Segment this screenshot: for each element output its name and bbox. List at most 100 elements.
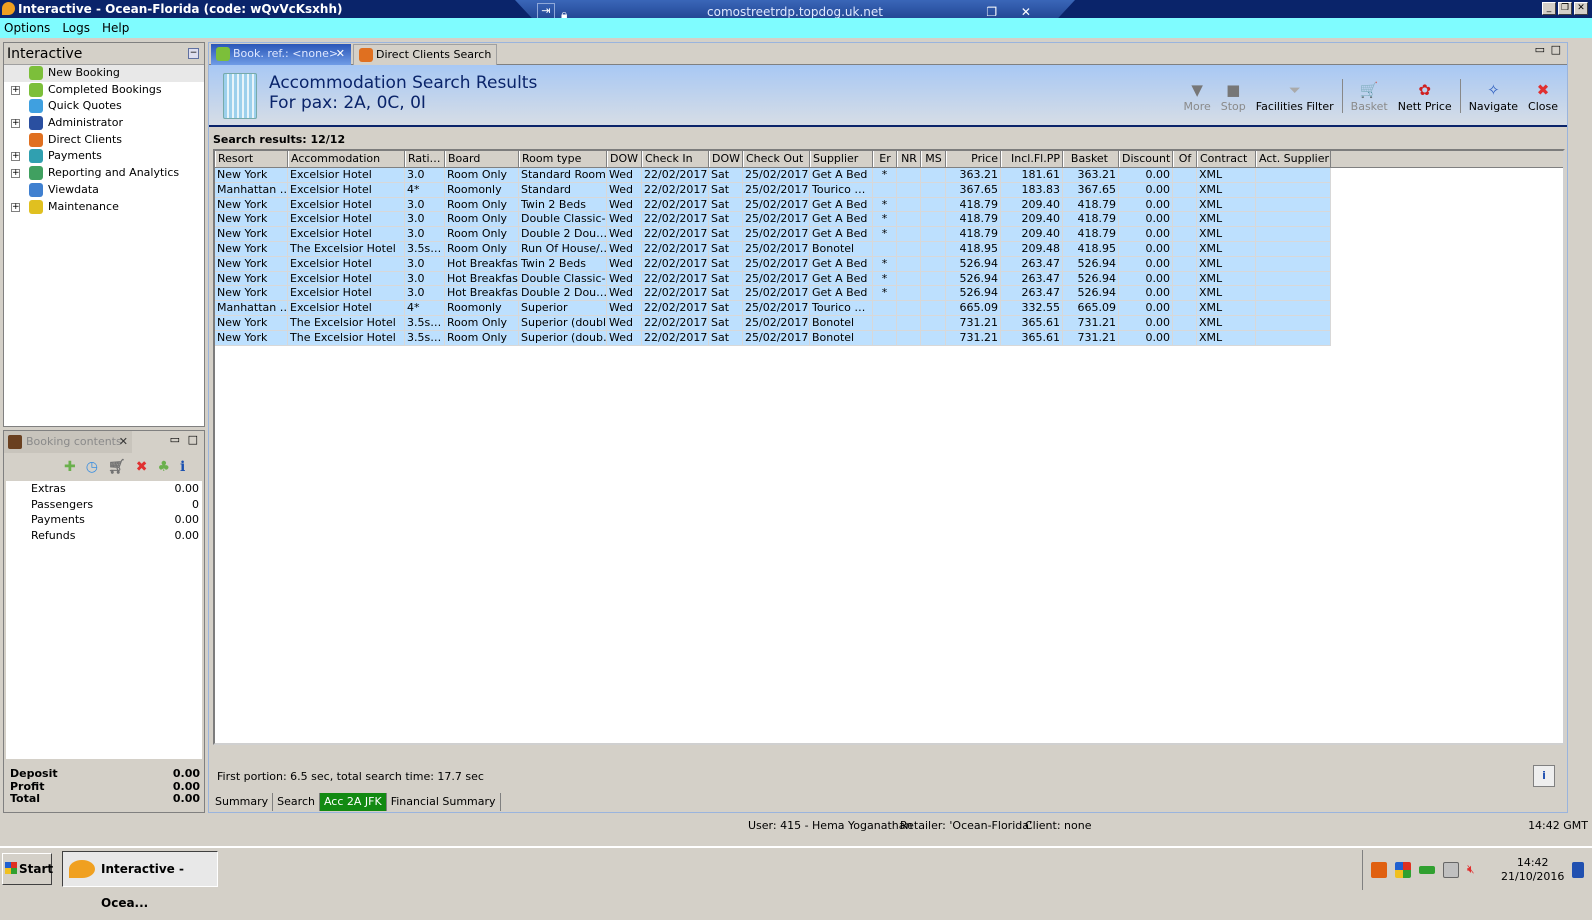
table-row[interactable]: New York Excelsior Hotel 3.0 Hot Breakfast T… xyxy=(215,256,1563,272)
table-row[interactable]: New York Excelsior Hotel 3.0 Room Only Doubl… xyxy=(215,227,1563,242)
column-header-rati[interactable]: Rati… xyxy=(405,151,445,167)
show-desktop-icon[interactable] xyxy=(1572,862,1585,878)
column-header-resort[interactable]: Resort xyxy=(215,151,288,167)
column-header-check-in[interactable]: Check In xyxy=(642,151,709,167)
network-icon[interactable] xyxy=(1443,862,1459,878)
column-header-er[interactable]: Er xyxy=(873,151,897,167)
table-row[interactable]: New York The Excelsior Hotel 3.5s… Room Onl… xyxy=(215,330,1563,346)
sidebar-item-maintenance[interactable]: + Maintenance xyxy=(4,199,204,216)
cell-accommodation: Excelsior Hotel xyxy=(288,212,405,228)
cell-dow: Sat xyxy=(709,168,743,183)
subtab-financial-summary[interactable]: Financial Summary xyxy=(387,793,501,811)
tab-booking-ref[interactable]: Book. ref.: <none> ✕ xyxy=(211,44,351,65)
minimize-panel-button[interactable]: ▭ xyxy=(170,433,180,446)
start-button[interactable]: Start xyxy=(2,853,53,885)
maximize-pane-button[interactable]: □ xyxy=(1551,43,1561,56)
sidebar-item-reporting-and-analytics[interactable]: + Reporting and Analytics xyxy=(4,165,204,182)
delete-icon[interactable]: ✖ xyxy=(136,459,148,475)
table-row[interactable]: New York Excelsior Hotel 3.0 Room Only Doubl… xyxy=(215,212,1563,228)
cell-of xyxy=(1173,227,1197,242)
menu-help[interactable]: Help xyxy=(102,18,129,38)
sidebar-item-direct-clients[interactable]: Direct Clients xyxy=(4,132,204,149)
more-button[interactable]: ▼ More xyxy=(1178,80,1215,113)
close-icon[interactable]: ✕ xyxy=(119,431,128,453)
column-header-nr[interactable]: NR xyxy=(897,151,921,167)
stop-button[interactable]: ■ Stop xyxy=(1216,80,1251,113)
column-header-accommodation[interactable]: Accommodation xyxy=(288,151,405,167)
tab-direct-clients-search[interactable]: Direct Clients Search xyxy=(353,44,497,65)
table-row[interactable]: Manhattan … Excelsior Hotel 4* Roomonly Stan… xyxy=(215,182,1563,198)
basket-button[interactable]: 🛒 Basket xyxy=(1346,80,1393,113)
expand-icon[interactable]: + xyxy=(11,202,20,212)
info-button[interactable]: i xyxy=(1533,765,1555,787)
column-header-ms[interactable]: MS xyxy=(921,151,946,167)
cell-incl-fl-pp: 365.61 xyxy=(1001,330,1063,346)
close-window-button[interactable]: ✕ xyxy=(1574,2,1588,15)
flag-icon[interactable] xyxy=(1395,862,1411,878)
facilities-filter-button[interactable]: ⏷ Facilities Filter xyxy=(1251,80,1339,113)
column-header-board[interactable]: Board xyxy=(445,151,519,167)
table-row[interactable]: New York Excelsior Hotel 3.0 Hot Breakfast D… xyxy=(215,286,1563,302)
cell-rati: 3.5s… xyxy=(405,330,445,346)
menu-options[interactable]: Options xyxy=(4,18,50,38)
table-row[interactable]: New York The Excelsior Hotel 3.5s… Room Onl… xyxy=(215,315,1563,331)
expand-icon[interactable]: + xyxy=(11,85,20,95)
subtab-search[interactable]: Search xyxy=(273,793,320,811)
add-icon[interactable]: ✚ xyxy=(64,459,76,475)
pin-icon[interactable]: ⇥ xyxy=(537,3,555,19)
info-icon[interactable]: i xyxy=(180,459,185,475)
subtab-acc-2a-jfk[interactable]: Acc 2A JFK xyxy=(319,793,387,811)
collapse-button[interactable]: − xyxy=(188,48,199,59)
column-header-room-type[interactable]: Room type xyxy=(519,151,607,167)
expand-icon[interactable]: + xyxy=(11,119,20,129)
column-header-check-out[interactable]: Check Out xyxy=(743,151,810,167)
clock-time: 14:42 xyxy=(1516,856,1549,869)
navigate-button[interactable]: ✧ Navigate xyxy=(1464,80,1523,113)
palm-tree-icon[interactable]: ♣ xyxy=(157,459,170,475)
minimize-pane-button[interactable]: ▭ xyxy=(1535,43,1545,56)
column-header-dow[interactable]: DOW xyxy=(607,151,642,167)
sidebar-item-payments[interactable]: + Payments xyxy=(4,148,204,165)
restore-button[interactable]: ❐ xyxy=(1558,2,1572,15)
close-button[interactable]: ✖ Close xyxy=(1523,80,1563,113)
table-row[interactable]: New York The Excelsior Hotel 3.5s… Room Onl… xyxy=(215,241,1563,257)
clock[interactable]: 14:42 21/10/2016 xyxy=(1501,856,1564,884)
network-card-icon[interactable] xyxy=(1419,866,1435,874)
column-header-of[interactable]: Of xyxy=(1173,151,1197,167)
sidebar-item-viewdata[interactable]: Viewdata xyxy=(4,182,204,199)
cell-dow: Sat xyxy=(709,330,743,346)
column-header-act-supplier[interactable]: Act. Supplier xyxy=(1256,151,1331,167)
clock-icon[interactable]: ◷ xyxy=(86,459,98,475)
column-header-supplier[interactable]: Supplier xyxy=(810,151,873,167)
basket-transfer-icon[interactable]: 🛒︎ xyxy=(108,459,126,475)
taskbar-app-interactive[interactable]: Interactive - Ocea... xyxy=(62,851,218,910)
column-header-basket[interactable]: Basket xyxy=(1063,151,1119,167)
table-row[interactable]: New York Excelsior Hotel 3.0 Room Only Stand… xyxy=(215,168,1563,183)
volume-muted-icon[interactable]: 🔇︎ xyxy=(1467,862,1483,878)
column-header-contract[interactable]: Contract xyxy=(1197,151,1256,167)
nett-price-button[interactable]: ✿ Nett Price xyxy=(1393,80,1457,113)
column-header-incl-fl-pp[interactable]: Incl.Fl.PP xyxy=(1001,151,1063,167)
close-tab-icon[interactable]: ✕ xyxy=(336,44,345,64)
expand-icon[interactable]: + xyxy=(11,169,20,179)
expand-icon[interactable]: + xyxy=(11,152,20,162)
sidebar-item-completed-bookings[interactable]: + Completed Bookings xyxy=(4,82,204,99)
menu-logs[interactable]: Logs xyxy=(62,18,90,38)
sidebar-item-administrator[interactable]: + Administrator xyxy=(4,115,204,132)
table-row[interactable]: Manhattan … Excelsior Hotel 4* Roomonly Supe… xyxy=(215,301,1563,316)
column-header-dow[interactable]: DOW xyxy=(709,151,743,167)
minimize-button[interactable]: _ xyxy=(1542,2,1556,15)
column-header-discount[interactable]: Discount xyxy=(1119,151,1173,167)
sidebar-item-new-booking[interactable]: New Booking xyxy=(4,65,204,82)
palm-tree-icon xyxy=(29,66,43,80)
cell-supplier: Get A Bed xyxy=(810,227,873,242)
sidebar-item-quick-quotes[interactable]: Quick Quotes xyxy=(4,98,204,115)
table-row[interactable]: New York Excelsior Hotel 3.0 Hot Breakfast D… xyxy=(215,271,1563,287)
column-header-price[interactable]: Price xyxy=(946,151,1001,167)
maximize-panel-button[interactable]: □ xyxy=(188,433,198,446)
cell-dow: Sat xyxy=(709,271,743,287)
booking-contents-tab[interactable]: Booking contents ✕ xyxy=(4,431,132,453)
java-icon[interactable] xyxy=(1371,862,1387,878)
subtab-summary[interactable]: Summary xyxy=(211,793,274,811)
table-row[interactable]: New York Excelsior Hotel 3.0 Room Only Twin … xyxy=(215,197,1563,213)
